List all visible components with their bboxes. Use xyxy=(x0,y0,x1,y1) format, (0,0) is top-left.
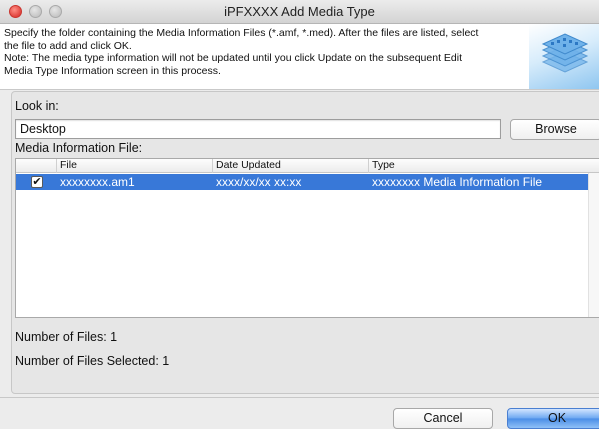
media-stack-icon xyxy=(529,24,599,89)
file-checkbox[interactable]: ✔ xyxy=(31,176,43,188)
file-count-text: Number of Files: 1 xyxy=(15,330,118,344)
browse-button[interactable]: Browse xyxy=(510,119,599,140)
column-header-date-updated[interactable]: Date Updated xyxy=(212,159,368,173)
folder-path-field[interactable]: Desktop xyxy=(15,119,501,139)
instruction-line: Note: The media type information will no… xyxy=(4,52,463,64)
instruction-line: Specify the folder containing the Media … xyxy=(4,27,479,39)
date-updated-cell: xxxx/xx/xx xx:xx xyxy=(216,175,302,189)
file-name-cell: xxxxxxxx.am1 xyxy=(60,175,135,189)
media-file-list[interactable]: File Date Updated Type ✔ xxxxxxxx.am1 xx… xyxy=(15,158,599,318)
list-scrollbar[interactable] xyxy=(588,173,599,317)
table-row[interactable]: ✔ xxxxxxxx.am1 xxxx/xx/xx xx:xx xxxxxxxx… xyxy=(16,174,589,190)
list-header: File Date Updated Type xyxy=(16,159,599,173)
ok-button[interactable]: OK xyxy=(507,408,599,429)
column-header-file[interactable]: File xyxy=(56,159,212,173)
column-header-checkbox[interactable] xyxy=(16,159,56,173)
type-cell: xxxxxxxx Media Information File xyxy=(372,175,543,189)
look-in-label: Look in: xyxy=(15,99,59,113)
selected-count-text: Number of Files Selected: 1 xyxy=(15,354,170,368)
instruction-header: Specify the folder containing the Media … xyxy=(0,24,599,90)
cancel-button[interactable]: Cancel xyxy=(393,408,493,429)
column-header-type[interactable]: Type xyxy=(368,159,589,173)
title-bar: iPFXXXX Add Media Type xyxy=(0,0,599,24)
instruction-line: the file to add and click OK. xyxy=(4,39,132,52)
window-title: iPFXXXX Add Media Type xyxy=(224,4,375,19)
instruction-line: Media Type Information screen in this pr… xyxy=(4,64,221,77)
media-information-file-label: Media Information File: xyxy=(15,141,143,155)
instruction-text: Specify the folder containing the Media … xyxy=(4,27,504,77)
footer-divider xyxy=(0,397,599,398)
